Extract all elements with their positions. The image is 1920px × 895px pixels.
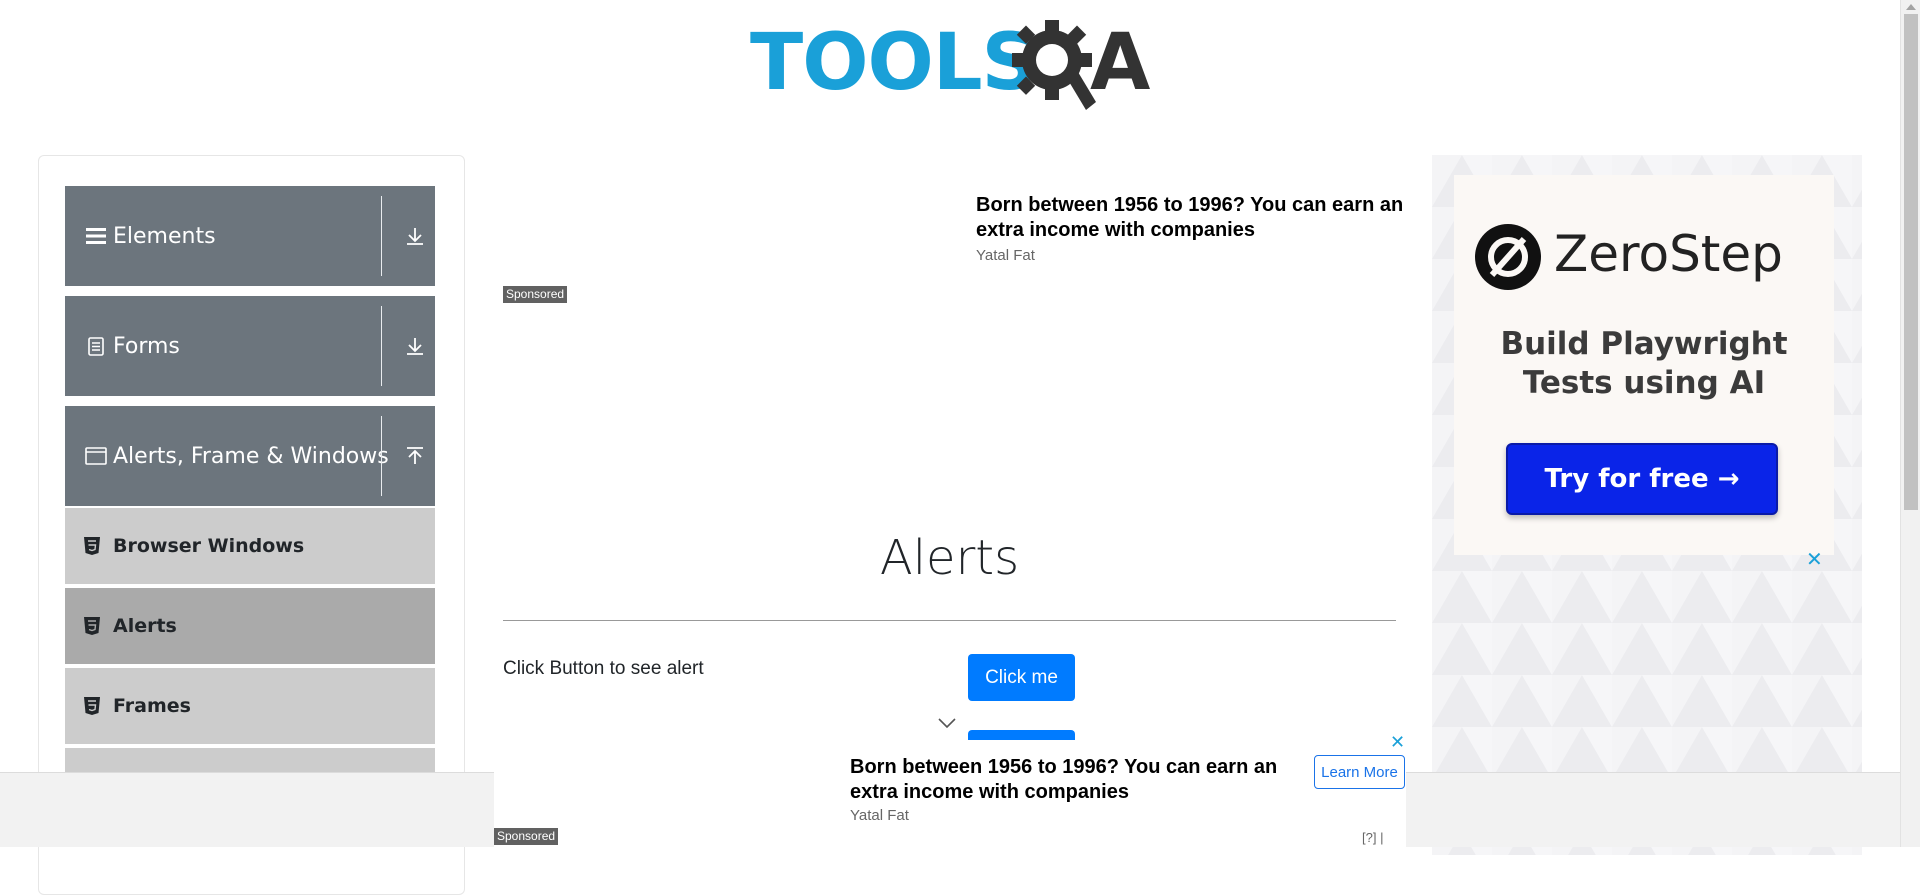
divider xyxy=(381,416,382,496)
group-label: Alerts, Frame & Windows xyxy=(113,443,389,469)
sidebar-item-label: Frames xyxy=(113,695,191,717)
html5-icon xyxy=(84,537,100,555)
download-arrow-icon[interactable] xyxy=(395,186,435,286)
bottom-ad[interactable]: Born between 1956 to 1996? You can earn … xyxy=(494,732,1406,847)
ad-help-link[interactable]: [?] | xyxy=(1362,830,1383,845)
hamburger-icon xyxy=(85,225,107,247)
sidebar-item-label: Alerts xyxy=(113,615,177,637)
group-header-alerts-frame-windows[interactable]: Alerts, Frame & Windows xyxy=(65,406,435,506)
ad-headline[interactable]: Born between 1956 to 1996? You can earn … xyxy=(976,193,1436,247)
divider xyxy=(381,196,382,276)
form-document-icon xyxy=(85,335,107,357)
try-for-free-button[interactable]: Try for free → xyxy=(1506,443,1778,515)
close-icon[interactable]: ✕ xyxy=(1806,547,1823,572)
sidebar-item-alerts[interactable]: Alerts xyxy=(65,588,435,666)
download-arrow-icon[interactable] xyxy=(395,296,435,396)
scroll-thumb[interactable] xyxy=(1904,14,1918,510)
page-title: Alerts xyxy=(879,530,1020,586)
group-header-elements[interactable]: Elements xyxy=(65,186,435,286)
window-icon xyxy=(85,445,107,467)
sidebar-item-label: Browser Windows xyxy=(113,535,305,557)
divider xyxy=(381,306,382,386)
close-icon[interactable]: ✕ xyxy=(1390,732,1405,753)
learn-more-button[interactable]: Learn More xyxy=(1314,755,1405,789)
right-ad[interactable]: ZeroStep Build Playwright Tests using AI… xyxy=(1432,155,1862,855)
sponsored-badge: Sponsored xyxy=(494,828,559,845)
logo-suffix: A xyxy=(1090,18,1151,108)
sidebar-item-frames[interactable]: Frames xyxy=(65,668,435,746)
zerostep-logo-icon xyxy=(1475,224,1541,290)
sidebar-item-browser-windows[interactable]: Browser Windows xyxy=(65,508,435,586)
logo-text: TOOLS xyxy=(750,18,1038,108)
html5-icon xyxy=(84,697,100,715)
chevron-down-icon[interactable] xyxy=(937,716,957,730)
sponsored-badge: Sponsored xyxy=(503,286,568,303)
ad-headline[interactable]: Born between 1956 to 1996? You can earn … xyxy=(850,755,1300,805)
scroll-up-arrow-icon[interactable] xyxy=(1906,4,1916,10)
html5-icon xyxy=(84,617,100,635)
group-label: Elements xyxy=(113,223,216,249)
group-header-forms[interactable]: Forms xyxy=(65,296,435,396)
vertical-scrollbar[interactable] xyxy=(1900,0,1920,847)
group-label: Forms xyxy=(113,333,180,359)
ad-card[interactable]: ZeroStep Build Playwright Tests using AI… xyxy=(1454,175,1834,555)
upload-arrow-icon[interactable] xyxy=(395,406,435,506)
title-divider xyxy=(503,620,1396,621)
ad-brand: ZeroStep xyxy=(1554,225,1783,283)
ad-headline: Build Playwright Tests using AI xyxy=(1500,326,1788,401)
gear-magnifier-icon xyxy=(1012,20,1096,110)
ad-source: Yatal Fat xyxy=(850,807,909,824)
alert-button[interactable]: Click me xyxy=(968,654,1075,701)
ad-source: Yatal Fat xyxy=(976,247,1035,264)
next-button-partial[interactable] xyxy=(968,730,1075,740)
toolsqa-logo[interactable]: TOOLS A xyxy=(750,18,1156,114)
alert-row-label: Click Button to see alert xyxy=(503,658,704,679)
